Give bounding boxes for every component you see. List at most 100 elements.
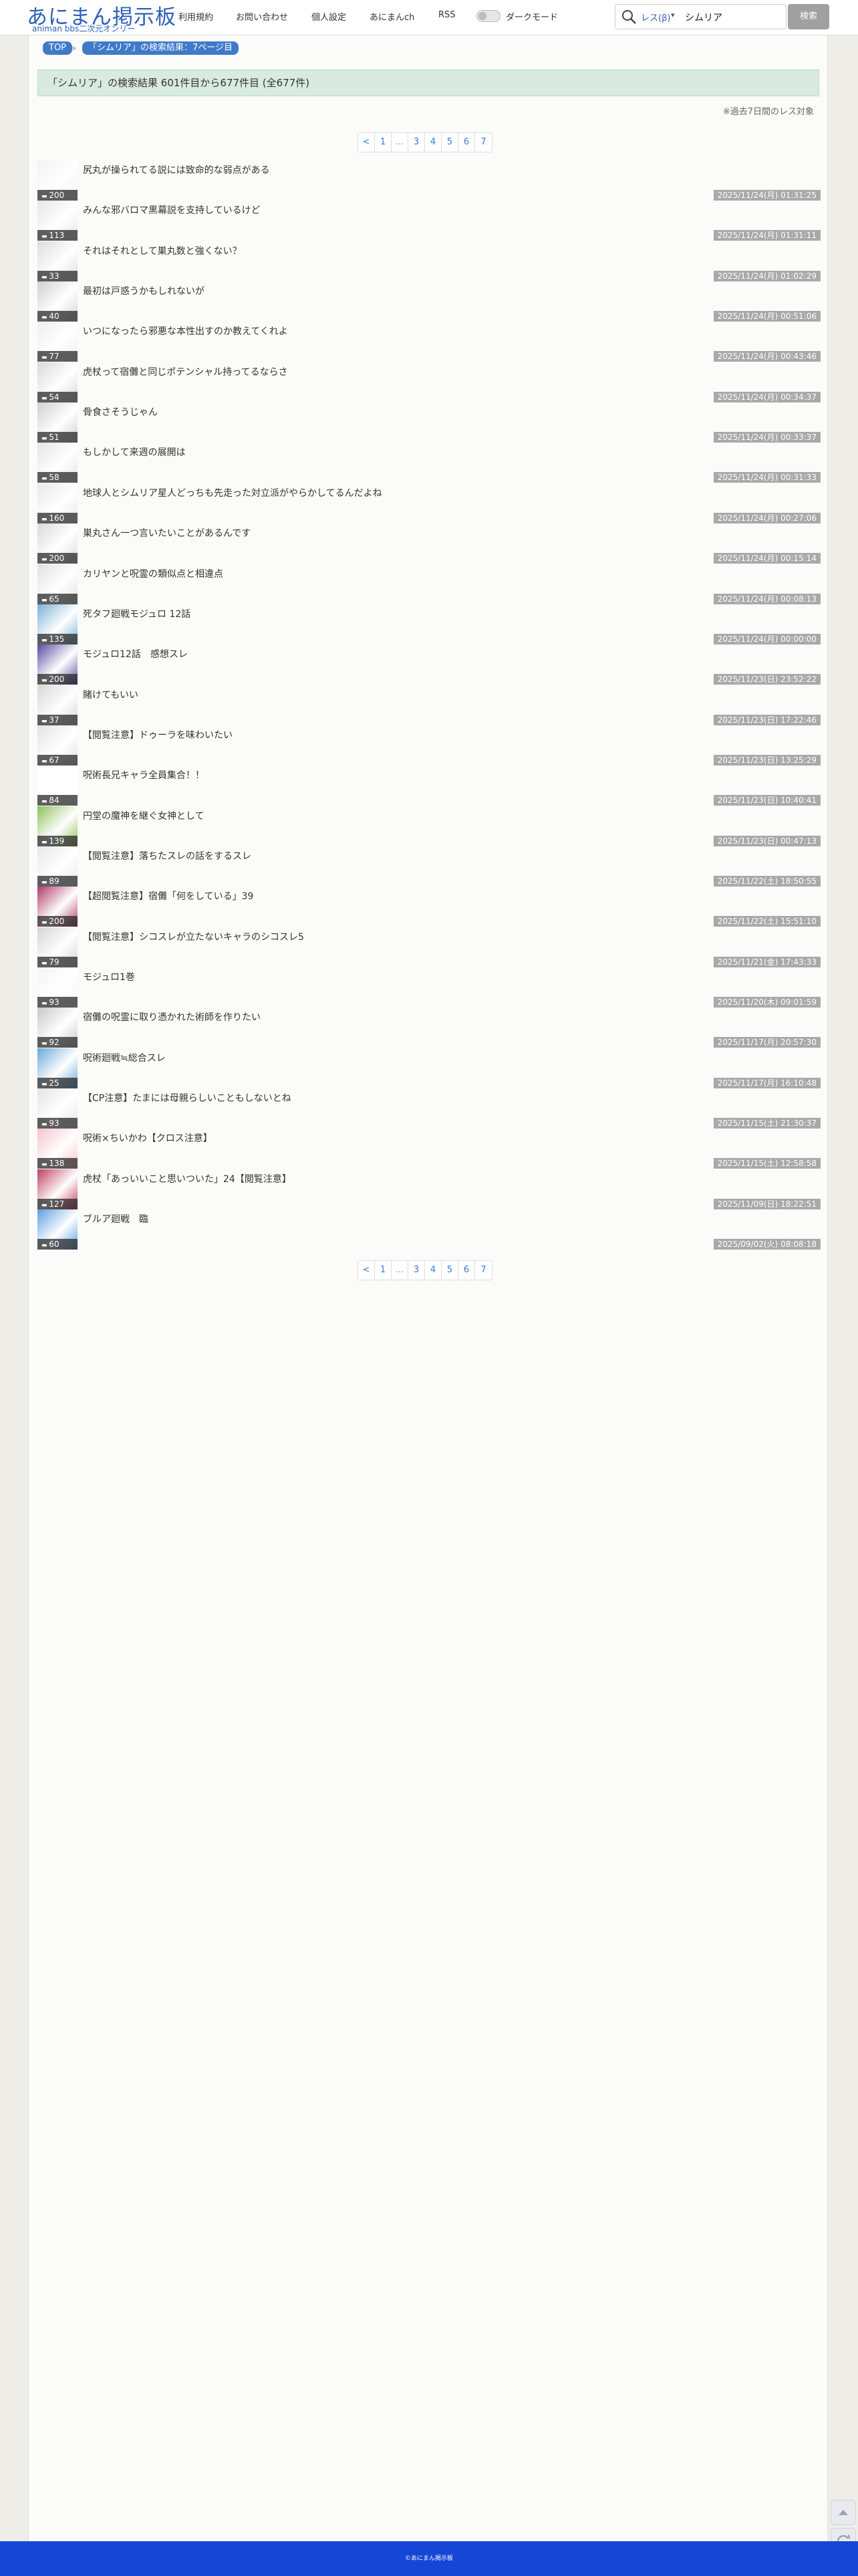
- thread-thumbnail[interactable]: ▬ 67: [37, 725, 78, 766]
- thread-thumbnail[interactable]: ▬ 113: [37, 201, 78, 241]
- thread-row[interactable]: ▬ 77 いつになったら邪悪な本性出すのか教えてくれよ 2025/11/24(月) …: [37, 322, 821, 362]
- thread-row[interactable]: ▬ 113 みんな邪バロマ黒幕説を支持しているけど 2025/11/24(月) 01…: [37, 201, 821, 241]
- page-link[interactable]: 3: [408, 133, 425, 152]
- thread-row[interactable]: ▬ 127 虎杖「あっいいこと思いついた」24【閲覧注意】 2025/11/09(日…: [37, 1169, 821, 1209]
- thread-title[interactable]: 呪術廻戦≒総合スレ: [83, 1051, 166, 1064]
- thread-title[interactable]: 円堂の魔神を継ぐ女神として: [83, 809, 204, 822]
- page-link[interactable]: 3: [408, 1261, 425, 1280]
- thread-thumbnail[interactable]: ▬ 93: [37, 967, 78, 1008]
- thread-title[interactable]: 賭けてもいい: [83, 688, 138, 701]
- nav-settings[interactable]: 個人設定: [311, 10, 346, 23]
- thread-row[interactable]: ▬ 40 最初は戸惑うかもしれないが 2025/11/24(月) 00:51:06: [37, 281, 821, 322]
- thread-title[interactable]: 死タフ廻戦モジュロ 12話: [83, 607, 190, 620]
- thread-title[interactable]: カリヤンと呪霊の類似点と相違点: [83, 567, 223, 580]
- thread-row[interactable]: ▬ 200 モジュロ12話 感想スレ 2025/11/23(日) 23:52:22: [37, 645, 821, 685]
- thread-row[interactable]: ▬ 92 宿儺の呪霊に取り憑かれた術師を作りたい 2025/11/17(月) 20:…: [37, 1008, 821, 1048]
- thread-title[interactable]: 地球人とシムリア星人どっちも先走った対立派がやらかしてるんだよね: [83, 486, 382, 499]
- search-mode-select[interactable]: レス(β): [641, 11, 670, 23]
- thread-thumbnail[interactable]: ▬ 200: [37, 160, 78, 201]
- thread-title[interactable]: 【閲覧注意】シコスレが立たないキャラのシコスレ5: [83, 930, 304, 943]
- search-button[interactable]: 検索: [788, 4, 829, 29]
- site-logo[interactable]: あにまん掲示板 animan bbs二次元オンリー: [27, 1, 176, 33]
- thread-thumbnail[interactable]: ▬ 65: [37, 564, 78, 604]
- thread-thumbnail[interactable]: ▬ 40: [37, 281, 78, 322]
- thread-row[interactable]: ▬ 37 賭けてもいい 2025/11/23(日) 17:22:46: [37, 685, 821, 725]
- thread-title[interactable]: 宿儺の呪霊に取り憑かれた術師を作りたい: [83, 1010, 261, 1024]
- thread-row[interactable]: ▬ 139 円堂の魔神を継ぐ女神として 2025/11/23(日) 00:47:13: [37, 806, 821, 846]
- thread-title[interactable]: もしかして来週の展開は: [83, 445, 186, 459]
- page-link[interactable]: 5: [442, 133, 458, 152]
- dark-mode-toggle[interactable]: [476, 10, 500, 22]
- thread-thumbnail[interactable]: ▬ 77: [37, 322, 78, 362]
- thread-thumbnail[interactable]: ▬ 135: [37, 604, 78, 645]
- thread-row[interactable]: ▬ 200 【超閲覧注意】宿儺「何をしている」39 2025/11/22(土) 15…: [37, 887, 821, 927]
- thread-thumbnail[interactable]: ▬ 33: [37, 241, 78, 281]
- page-prev[interactable]: <: [358, 1261, 375, 1280]
- thread-thumbnail[interactable]: ▬ 200: [37, 645, 78, 685]
- thread-row[interactable]: ▬ 60 ブルア廻戦 臨 2025/09/02(火) 08:08:18: [37, 1209, 821, 1250]
- scroll-top-button[interactable]: [831, 2500, 856, 2525]
- thread-row[interactable]: ▬ 79 【閲覧注意】シコスレが立たないキャラのシコスレ5 2025/11/21(金…: [37, 927, 821, 967]
- thread-thumbnail[interactable]: ▬ 58: [37, 443, 78, 483]
- thread-thumbnail[interactable]: ▬ 79: [37, 927, 78, 967]
- thread-thumbnail[interactable]: ▬ 54: [37, 362, 78, 402]
- thread-row[interactable]: ▬ 138 呪術×ちいかわ【クロス注意】 2025/11/15(土) 12:58:5…: [37, 1129, 821, 1169]
- thread-row[interactable]: ▬ 33 それはそれとして巣丸数と強くない？ 2025/11/24(月) 01:02…: [37, 241, 821, 281]
- breadcrumb-top[interactable]: TOP: [43, 41, 73, 55]
- page-link[interactable]: 1: [375, 133, 392, 152]
- thread-thumbnail[interactable]: ▬ 93: [37, 1088, 78, 1129]
- thread-row[interactable]: ▬ 25 呪術廻戦≒総合スレ 2025/11/17(月) 16:10:48: [37, 1048, 821, 1088]
- thread-title[interactable]: みんな邪バロマ黒幕説を支持しているけど: [83, 203, 261, 217]
- thread-row[interactable]: ▬ 54 虎杖って宿儺と同じポテンシャル持ってるならさ 2025/11/24(月) …: [37, 362, 821, 402]
- thread-title[interactable]: モジュロ12話 感想スレ: [83, 647, 188, 661]
- thread-thumbnail[interactable]: ▬ 92: [37, 1008, 78, 1048]
- page-prev[interactable]: <: [358, 133, 375, 152]
- page-link[interactable]: 1: [375, 1261, 392, 1280]
- thread-title[interactable]: それはそれとして巣丸数と強くない？: [83, 244, 242, 257]
- search-input[interactable]: シムリア: [685, 11, 722, 24]
- thread-title[interactable]: 巣丸さん一つ言いたいことがあるんです: [83, 526, 251, 540]
- thread-title[interactable]: 尻丸が操られてる説には致命的な弱点がある: [83, 163, 270, 177]
- nav-contact[interactable]: お問い合わせ: [236, 10, 288, 23]
- page-link[interactable]: 6: [458, 1261, 475, 1280]
- thread-row[interactable]: ▬ 89 【閲覧注意】落ちたスレの話をするスレ 2025/11/22(土) 18:5…: [37, 846, 821, 887]
- page-link[interactable]: 7: [475, 133, 492, 152]
- thread-thumbnail[interactable]: ▬ 25: [37, 1048, 78, 1088]
- thread-thumbnail[interactable]: ▬ 160: [37, 483, 78, 523]
- thread-thumbnail[interactable]: ▬ 138: [37, 1129, 78, 1169]
- thread-row[interactable]: ▬ 51 骨食さそうじゃん 2025/11/24(月) 00:33:37: [37, 402, 821, 443]
- thread-row[interactable]: ▬ 93 【CP注意】たまには母親らしいこともしないとね 2025/11/15(土)…: [37, 1088, 821, 1129]
- thread-thumbnail[interactable]: ▬ 127: [37, 1169, 78, 1209]
- thread-row[interactable]: ▬ 67 【閲覧注意】ドゥーラを味わいたい 2025/11/23(日) 13:25:…: [37, 725, 821, 766]
- thread-thumbnail[interactable]: ▬ 139: [37, 806, 78, 846]
- thread-row[interactable]: ▬ 135 死タフ廻戦モジュロ 12話 2025/11/24(月) 00:00:00: [37, 604, 821, 645]
- thread-row[interactable]: ▬ 200 巣丸さん一つ言いたいことがあるんです 2025/11/24(月) 00:…: [37, 523, 821, 564]
- thread-thumbnail[interactable]: ▬ 200: [37, 523, 78, 564]
- thread-thumbnail[interactable]: ▬ 200: [37, 887, 78, 927]
- thread-title[interactable]: モジュロ1巻: [83, 970, 135, 983]
- thread-thumbnail[interactable]: ▬ 37: [37, 685, 78, 725]
- page-link[interactable]: 7: [475, 1261, 492, 1280]
- page-link[interactable]: 5: [442, 1261, 458, 1280]
- nav-rss[interactable]: RSS: [438, 10, 456, 20]
- thread-title[interactable]: 最初は戸惑うかもしれないが: [83, 284, 204, 298]
- thread-thumbnail[interactable]: ▬ 60: [37, 1209, 78, 1250]
- thread-row[interactable]: ▬ 65 カリヤンと呪霊の類似点と相違点 2025/11/24(月) 00:08:1…: [37, 564, 821, 604]
- page-link[interactable]: 6: [458, 133, 475, 152]
- thread-thumbnail[interactable]: ▬ 89: [37, 846, 78, 887]
- thread-title[interactable]: 虎杖って宿儺と同じポテンシャル持ってるならさ: [83, 365, 288, 378]
- thread-title[interactable]: 【超閲覧注意】宿儺「何をしている」39: [83, 889, 253, 903]
- page-link[interactable]: 4: [425, 1261, 442, 1280]
- thread-title[interactable]: 呪術長兄キャラ全員集合！！: [83, 768, 204, 782]
- page-link[interactable]: 4: [425, 133, 442, 152]
- thread-title[interactable]: 【閲覧注意】ドゥーラを味わいたい: [83, 728, 233, 741]
- thread-title[interactable]: 虎杖「あっいいこと思いついた」24【閲覧注意】: [83, 1172, 291, 1185]
- thread-row[interactable]: ▬ 160 地球人とシムリア星人どっちも先走った対立派がやらかしてるんだよね 202…: [37, 483, 821, 523]
- thread-title[interactable]: 【閲覧注意】落ちたスレの話をするスレ: [83, 849, 251, 862]
- thread-title[interactable]: いつになったら邪悪な本性出すのか教えてくれよ: [83, 324, 288, 338]
- nav-animanch[interactable]: あにまんch: [370, 10, 414, 23]
- thread-title[interactable]: 骨食さそうじゃん: [83, 405, 158, 419]
- thread-title[interactable]: 呪術×ちいかわ【クロス注意】: [83, 1131, 212, 1145]
- thread-thumbnail[interactable]: ▬ 51: [37, 402, 78, 443]
- thread-row[interactable]: ▬ 84 呪術長兄キャラ全員集合！！ 2025/11/23(日) 10:40:41: [37, 766, 821, 806]
